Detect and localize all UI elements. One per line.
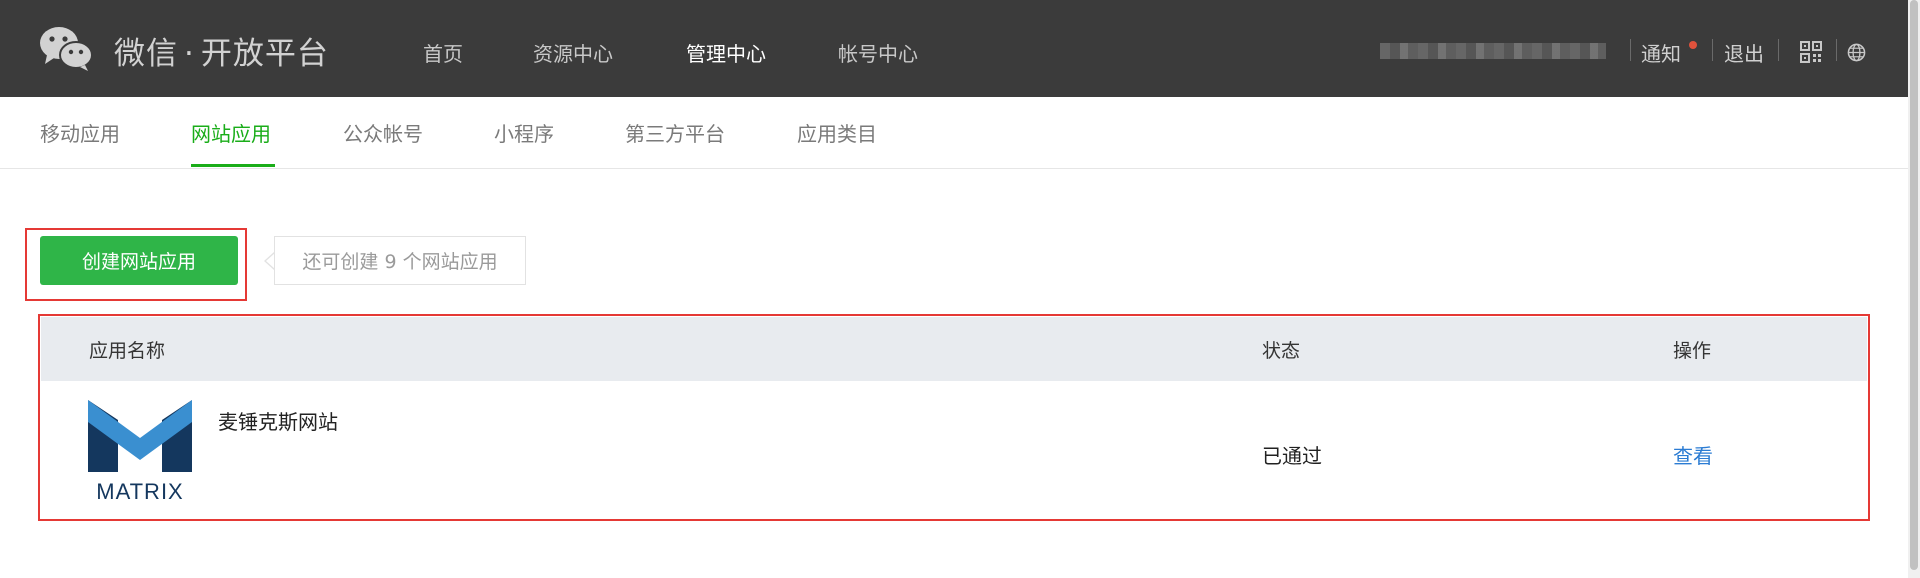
user-account-name-blurred[interactable] (1380, 43, 1606, 59)
app-logo: MATRIX (88, 400, 192, 502)
app-logo-text: MATRIX (96, 479, 183, 502)
nav-home[interactable]: 首页 (423, 38, 463, 67)
globe-icon[interactable] (1847, 43, 1866, 62)
notice-badge-dot (1689, 41, 1697, 49)
header-divider (1778, 39, 1779, 61)
nav-resource-center[interactable]: 资源中心 (533, 38, 613, 67)
tab-website-apps[interactable]: 网站应用 (191, 118, 271, 147)
tab-app-categories[interactable]: 应用类目 (797, 118, 877, 147)
column-header-actions: 操作 (1673, 340, 1712, 362)
brand-dot: · (184, 36, 195, 72)
tab-mini-programs[interactable]: 小程序 (494, 118, 554, 147)
create-website-app-button[interactable]: 创建网站应用 (40, 236, 238, 285)
nav-account-center[interactable]: 帐号中心 (838, 38, 918, 67)
qrcode-icon[interactable] (1800, 41, 1822, 63)
brand-name: 微信 (114, 36, 178, 72)
tab-third-party-platform[interactable]: 第三方平台 (625, 118, 725, 147)
brand-suffix: 开放平台 (200, 36, 329, 72)
brand-title[interactable]: 微信 · 开放平台 (114, 28, 329, 73)
header-divider (1836, 39, 1837, 61)
sub-tab-bar: 移动应用 网站应用 公众帐号 小程序 第三方平台 应用类目 (0, 97, 1908, 169)
vertical-scrollbar[interactable] (1908, 0, 1920, 578)
logout-link[interactable]: 退出 (1724, 38, 1764, 67)
header-divider (1712, 39, 1713, 61)
status-text: 已通过 (1262, 444, 1322, 468)
notice-link[interactable]: 通知 (1641, 38, 1681, 67)
tab-mobile-apps[interactable]: 移动应用 (40, 118, 120, 147)
view-link[interactable]: 查看 (1673, 440, 1713, 469)
active-tab-underline (191, 164, 275, 167)
scrollbar-thumb[interactable] (1910, 0, 1918, 570)
app-name[interactable]: 麦锤克斯网站 (218, 406, 338, 435)
header-divider (1630, 39, 1631, 61)
nav-management-center[interactable]: 管理中心 (686, 38, 766, 67)
column-header-app-name: 应用名称 (89, 340, 166, 362)
top-header: 微信 · 开放平台 首页 资源中心 管理中心 帐号中心 通知 退出 (0, 0, 1908, 97)
tab-official-accounts[interactable]: 公众帐号 (343, 118, 423, 147)
remaining-quota-tip: 还可创建 9 个网站应用 (274, 236, 526, 285)
wechat-logo-icon[interactable] (38, 24, 94, 72)
column-header-status: 状态 (1262, 340, 1301, 362)
table-header-row (41, 317, 1867, 381)
